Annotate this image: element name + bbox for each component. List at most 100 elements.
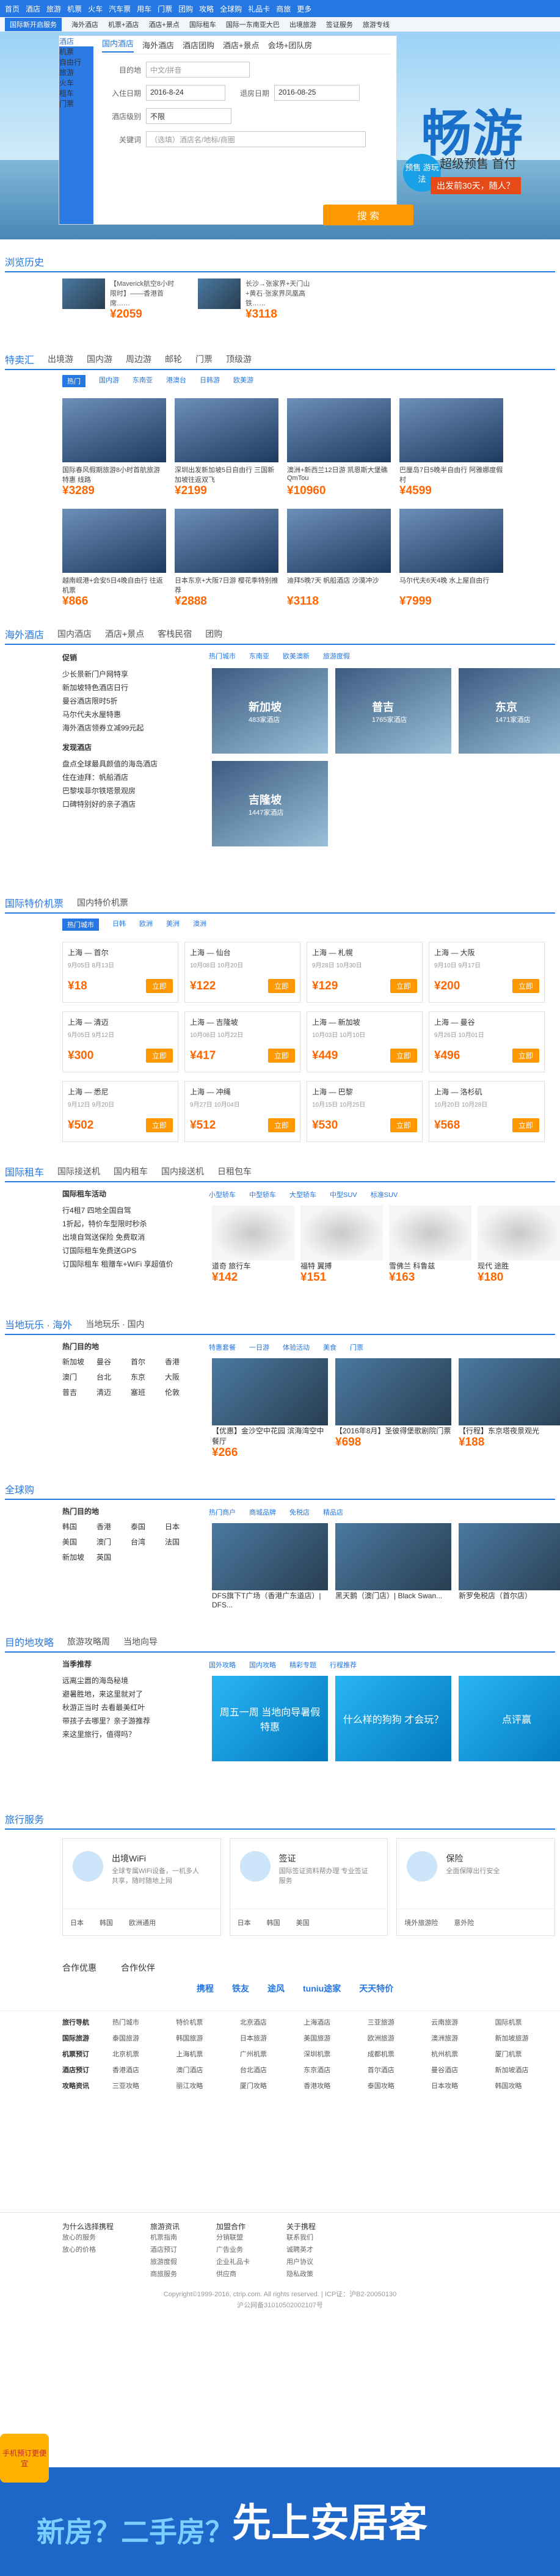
shopping-dest-link[interactable]: 香港 (96, 1521, 126, 1532)
local-dest-link[interactable]: 曼谷 (96, 1356, 126, 1367)
directory-link[interactable]: 厦门机票 (495, 2049, 555, 2059)
flight-card[interactable]: 上海 — 吉隆坡 10月08日 10月22日 ¥417 立即 (184, 1011, 300, 1072)
deal-tile[interactable]: 深圳出发新加坡5日自由行 三国新加坡往返双飞 ¥2199 (175, 398, 278, 498)
directory-link[interactable]: 香港攻略 (304, 2081, 363, 2090)
car-filter[interactable]: 中型SUV (330, 1190, 357, 1199)
shopping-dest-link[interactable]: 台湾 (131, 1537, 160, 1547)
star-select[interactable]: 不限 (146, 108, 231, 124)
directory-link[interactable]: 台北酒店 (240, 2065, 300, 2075)
service-option[interactable]: 韩国 (100, 1918, 113, 1927)
car-filter[interactable]: 标准SUV (371, 1190, 398, 1199)
directory-link[interactable]: 热门城市 (112, 2017, 172, 2027)
flight-filter[interactable]: 日韩 (112, 919, 126, 931)
local-card[interactable]: 【2016年8月】圣彼得堡歌剧院门票 ¥698 (335, 1358, 451, 1460)
local-dest-link[interactable]: 普吉 (62, 1387, 92, 1397)
hotel-type-tab[interactable]: 酒店+景点 (223, 39, 260, 51)
deal-tab[interactable]: 门票 (195, 353, 213, 365)
local-filter[interactable]: 门票 (350, 1342, 363, 1352)
deal-tile[interactable]: 迪拜5晚7天 帆船酒店 沙漠冲沙 ¥3118 (287, 509, 391, 608)
guide-filter[interactable]: 国外攻略 (209, 1660, 236, 1670)
service-option[interactable]: 欧洲通用 (129, 1918, 156, 1927)
deal-filter[interactable]: 热门 (62, 375, 85, 387)
car-card[interactable]: 雪佛兰 科鲁兹 ¥163 (389, 1206, 471, 1284)
subnav-item[interactable]: 国际一东南亚大巴 (226, 20, 280, 29)
footer-link[interactable]: 机票指南 (150, 2232, 180, 2244)
shopping-dest-link[interactable]: 日本 (165, 1521, 194, 1532)
local-dest-link[interactable]: 台北 (96, 1372, 126, 1382)
promo-link[interactable]: 少长景新门户网特享 (62, 668, 203, 681)
subnav-item[interactable]: 签证服务 (326, 20, 353, 29)
flight-book-button[interactable]: 立即 (145, 979, 173, 993)
shopping-dest-link[interactable]: 新加坡 (62, 1552, 92, 1562)
deal-tab[interactable]: 出境游 (48, 353, 73, 365)
flight-card[interactable]: 上海 — 新加坡 10月03日 10月10日 ¥449 立即 (307, 1011, 423, 1072)
hotel-type-tab[interactable]: 酒店团购 (183, 39, 214, 51)
deal-tab[interactable]: 顶级游 (226, 353, 252, 365)
search-tab[interactable]: 火车 (59, 78, 93, 88)
partner-logo[interactable]: 铁友 (232, 1982, 249, 1995)
hotel-filter[interactable]: 热门城市 (209, 651, 236, 661)
hotel-tab[interactable]: 国内酒店 (57, 628, 92, 640)
promo-link[interactable]: 曼谷酒店限时5折 (62, 694, 203, 708)
subnav-item[interactable]: 出境旅游 (289, 20, 316, 29)
shopping-filter[interactable]: 免税店 (289, 1507, 310, 1517)
nav-item[interactable]: 礼品卡 (248, 4, 270, 14)
local-dest-link[interactable]: 新加坡 (62, 1356, 92, 1367)
subnav-item[interactable]: 国际租车 (189, 20, 216, 29)
car-tab[interactable]: 国内接送机 (161, 1165, 204, 1177)
directory-link[interactable]: 新加坡酒店 (495, 2065, 555, 2075)
footer-link[interactable]: 商旅服务 (150, 2268, 180, 2280)
flight-book-button[interactable]: 立即 (512, 1118, 539, 1132)
car-tab[interactable]: 国内租车 (114, 1165, 148, 1177)
service-option[interactable]: 日本 (238, 1918, 251, 1927)
guide-tab[interactable]: 目的地攻略 (5, 1634, 54, 1649)
flight-tab[interactable]: 国际特价机票 (5, 895, 64, 910)
hotel-filter[interactable]: 东南亚 (249, 651, 269, 661)
directory-link[interactable]: 上海酒店 (304, 2017, 363, 2027)
bottom-banner-ad[interactable]: 新房？二手房？ 先上安居客 (0, 2467, 560, 2576)
hotel-type-tab[interactable]: 海外酒店 (142, 39, 174, 51)
directory-link[interactable]: 韩国攻略 (495, 2081, 555, 2090)
shopping-dest-link[interactable]: 美国 (62, 1537, 92, 1547)
footer-link[interactable]: 酒店预订 (150, 2244, 180, 2256)
deal-tile[interactable]: 马尔代夫6天4晚 水上屋自由行 ¥7999 (399, 509, 503, 608)
nav-item[interactable]: 火车 (88, 4, 103, 14)
car-filter[interactable]: 小型轿车 (209, 1190, 236, 1199)
footer-link[interactable]: 企业礼品卡 (216, 2256, 250, 2268)
car-card[interactable]: 道奇 旅行车 ¥142 (212, 1206, 294, 1284)
discover-link[interactable]: 盘点全球最具颜值的海岛酒店 (62, 757, 203, 771)
guide-card[interactable]: 周五一周 当地向导暑假特惠 (212, 1676, 328, 1761)
deal-tile[interactable]: 国际春风假期旅游8小时首航旅游特惠 线路 ¥3289 (62, 398, 166, 498)
nav-item[interactable]: 酒店 (26, 4, 40, 14)
shopping-filter[interactable]: 热门商户 (209, 1507, 236, 1517)
flight-tab[interactable]: 国内特价机票 (77, 897, 128, 909)
service-option[interactable]: 意外险 (454, 1918, 474, 1927)
nav-item[interactable]: 旅游 (46, 4, 61, 14)
city-input[interactable]: 中文/拼音 (146, 62, 250, 78)
directory-link[interactable]: 深圳机票 (304, 2049, 363, 2059)
flight-card[interactable]: 上海 — 首尔 9月05日 8月13日 ¥18 立即 (62, 942, 178, 1003)
directory-link[interactable]: 三亚攻略 (112, 2081, 172, 2090)
search-tab[interactable]: 酒店 (59, 36, 93, 46)
nav-item[interactable]: 汽车票 (109, 4, 131, 14)
shopping-dest-link[interactable]: 英国 (96, 1552, 126, 1562)
service-option[interactable]: 境外旅游险 (404, 1918, 438, 1927)
local-filter[interactable]: 特惠套餐 (209, 1342, 236, 1352)
history-card[interactable]: 【Maverick航空8小时限时】——香港首席…… ¥2059 (62, 278, 177, 321)
guide-link[interactable]: 秋游正当时 去看最美红叶 (62, 1701, 203, 1714)
history-card[interactable]: 长沙→张家界+天门山+黄石·张家界凤凰高铁…… ¥3118 (198, 278, 313, 321)
deal-filter[interactable]: 港澳台 (166, 375, 186, 387)
shop-card[interactable]: 新罗免税店（首尔店） (459, 1523, 560, 1609)
flight-filter[interactable]: 澳洲 (193, 919, 206, 931)
nav-item[interactable]: 攻略 (199, 4, 214, 14)
directory-link[interactable]: 香港酒店 (112, 2065, 172, 2075)
shopping-dest-link[interactable]: 法国 (165, 1537, 194, 1547)
search-button[interactable]: 搜 索 (323, 205, 413, 225)
directory-link[interactable]: 杭州机票 (431, 2049, 491, 2059)
directory-link[interactable]: 北京机票 (112, 2049, 172, 2059)
directory-link[interactable]: 广州机票 (240, 2049, 300, 2059)
nav-item[interactable]: 用车 (137, 4, 151, 14)
partner-logo[interactable]: 携程 (197, 1982, 214, 1995)
deal-tab[interactable]: 国内游 (87, 353, 112, 365)
deal-filter[interactable]: 日韩游 (200, 375, 220, 387)
